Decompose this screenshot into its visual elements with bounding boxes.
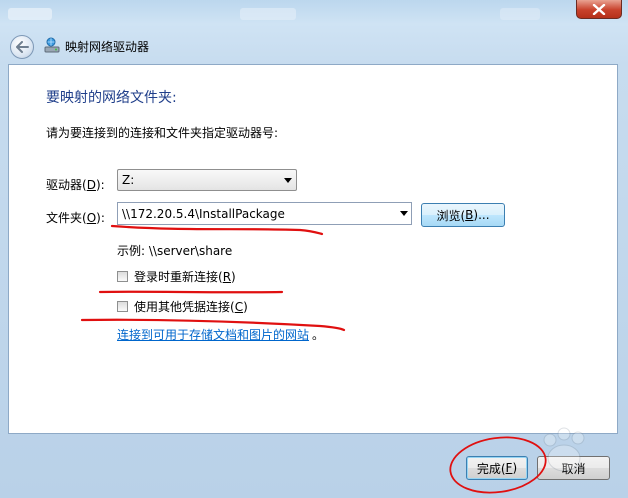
background-taskbar-ghost [500, 8, 540, 20]
watermark-logo [543, 427, 585, 472]
browse-button[interactable]: 浏览(B)... [421, 203, 505, 227]
drive-label: 驱动器(D): [46, 178, 105, 192]
back-arrow-icon [16, 41, 29, 53]
background-taskbar-ghost [240, 8, 296, 20]
storage-website-link[interactable]: 连接到可用于存储文档和图片的网站 [117, 326, 309, 343]
reconnect-at-logon-option[interactable]: 登录时重新连接(R) [117, 268, 236, 285]
reconnect-label: 登录时重新连接(R) [134, 270, 236, 284]
other-credentials-checkbox[interactable] [117, 301, 128, 312]
link-period: 。 [312, 328, 325, 342]
dialog-content-panel [8, 64, 618, 434]
instruction-text: 请为要连接到的连接和文件夹指定驱动器号: [46, 126, 279, 140]
drive-letter-value: Z: [122, 173, 135, 187]
page-heading: 要映射的网络文件夹: [46, 90, 177, 106]
background-taskbar-ghost [8, 8, 52, 20]
chevron-down-icon[interactable] [400, 211, 408, 216]
close-window-button[interactable] [576, 0, 622, 19]
finish-button[interactable]: 完成(F) [466, 456, 528, 480]
close-icon [592, 3, 606, 15]
other-credentials-label: 使用其他凭据连接(C) [134, 300, 248, 314]
example-text: 示例: \\server\share [117, 244, 233, 258]
network-drive-icon [44, 37, 60, 53]
reconnect-checkbox[interactable] [117, 271, 128, 282]
window-title: 映射网络驱动器 [65, 40, 150, 54]
folder-path-value: \\172.20.5.4\InstallPackage [122, 207, 285, 221]
other-credentials-option[interactable]: 使用其他凭据连接(C) [117, 298, 248, 315]
dialog-window: 映射网络驱动器 要映射的网络文件夹: 请为要连接到的连接和文件夹指定驱动器号: … [0, 0, 628, 498]
folder-label: 文件夹(O): [46, 211, 105, 225]
chevron-down-icon [284, 178, 292, 183]
folder-path-input[interactable]: \\172.20.5.4\InstallPackage [117, 202, 412, 225]
back-button[interactable] [10, 35, 34, 59]
drive-letter-select[interactable]: Z: [117, 169, 297, 191]
